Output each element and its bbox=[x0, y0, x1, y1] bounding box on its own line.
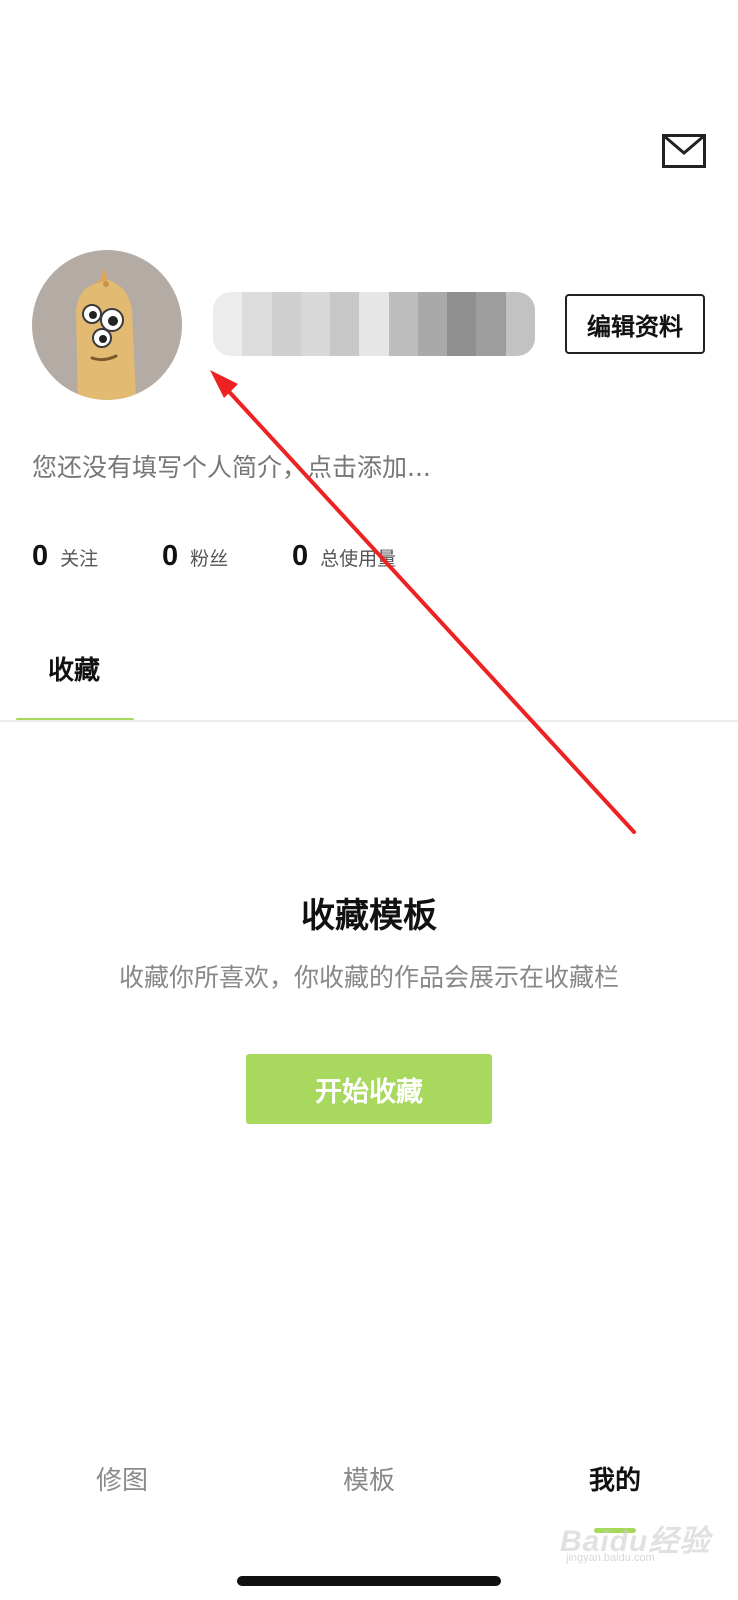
blur-pixel bbox=[271, 292, 301, 356]
stat-total-usage-label: 总使用量 bbox=[320, 548, 397, 570]
empty-state-title: 收藏模板 bbox=[301, 896, 437, 936]
stat-followers-count: 0 bbox=[162, 540, 179, 572]
stat-following-count: 0 bbox=[32, 540, 49, 572]
stat-following[interactable]: 0 关注 bbox=[32, 540, 98, 573]
home-indicator[interactable] bbox=[237, 1576, 501, 1586]
blur-pixel bbox=[330, 292, 360, 356]
annotation-arrow bbox=[210, 370, 636, 834]
empty-state-description: 收藏你所喜欢，你收藏的作品会展示在收藏栏 bbox=[118, 963, 619, 992]
blur-pixel bbox=[476, 292, 506, 356]
stat-followers[interactable]: 0 粉丝 bbox=[162, 540, 228, 573]
blur-pixel bbox=[242, 292, 272, 356]
tab-divider bbox=[0, 720, 738, 722]
nav-item-templates[interactable]: 模板 bbox=[299, 1460, 439, 1530]
baidu-watermark: Baidu经验 jingyan.baidu.com bbox=[560, 1508, 730, 1568]
username-blurred bbox=[213, 292, 535, 356]
blur-pixel bbox=[505, 292, 535, 356]
tab-favorites-label: 收藏 bbox=[48, 656, 101, 686]
blur-pixel bbox=[359, 292, 389, 356]
nav-item-edit-photo-label: 修图 bbox=[95, 1466, 148, 1496]
nav-item-templates-label: 模板 bbox=[342, 1466, 395, 1496]
tab-favorites[interactable]: 收藏 bbox=[16, 640, 136, 722]
blur-pixel bbox=[447, 292, 477, 356]
watermark-subtext: jingyan.baidu.com bbox=[566, 1552, 655, 1564]
avatar[interactable] bbox=[32, 250, 182, 400]
blur-pixel bbox=[388, 292, 418, 356]
stat-total-usage-count: 0 bbox=[292, 540, 309, 572]
blur-pixel bbox=[300, 292, 331, 356]
blur-pixel bbox=[213, 292, 243, 356]
mail-button[interactable] bbox=[662, 134, 706, 168]
blur-pixel bbox=[417, 292, 448, 356]
stat-followers-label: 粉丝 bbox=[190, 548, 229, 570]
cartoon-avatar bbox=[32, 250, 182, 400]
nav-item-edit-photo[interactable]: 修图 bbox=[52, 1460, 192, 1530]
bio-placeholder[interactable]: 您还没有填写个人简介，点击添加... bbox=[32, 448, 431, 484]
stat-total-usage[interactable]: 0 总使用量 bbox=[292, 540, 396, 573]
nav-item-mine-label: 我的 bbox=[588, 1466, 641, 1496]
start-favoriting-button[interactable]: 开始收藏 bbox=[246, 1054, 492, 1124]
edit-profile-button[interactable]: 编辑资料 bbox=[565, 294, 705, 354]
mail-envelope-icon bbox=[662, 134, 706, 168]
stat-following-label: 关注 bbox=[60, 548, 99, 570]
